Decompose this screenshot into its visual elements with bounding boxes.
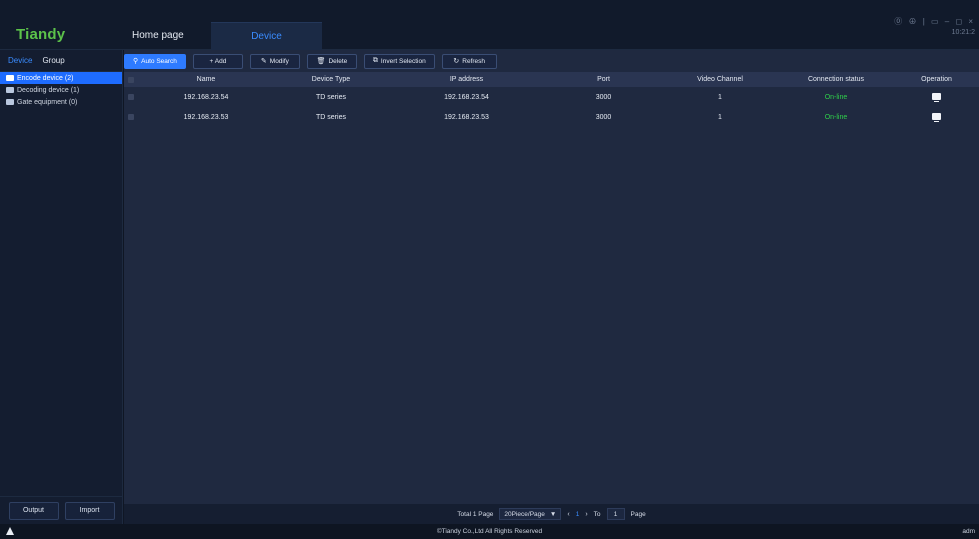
- trash-icon: 🗑: [316, 58, 326, 65]
- sidebar-item-gate-equipment[interactable]: Gate equipment (0): [0, 96, 122, 108]
- cell-port: 3000: [595, 113, 612, 121]
- cell-operation: [894, 92, 979, 102]
- cell-connection-status: On-line: [824, 113, 848, 121]
- goto-label: To: [593, 510, 601, 518]
- modify-button[interactable]: ✎ Modify: [249, 53, 300, 69]
- header-device-type: Device Type: [311, 76, 351, 83]
- refresh-button[interactable]: ↻ Refresh: [441, 53, 497, 69]
- delete-button[interactable]: 🗑 Delete: [306, 53, 357, 69]
- header-operation: Operation: [921, 76, 952, 83]
- prev-page-icon[interactable]: ‹: [567, 511, 569, 518]
- cell-video-channel: 1: [718, 113, 722, 121]
- sidebar: Device Group Encode device (2) Decoding …: [0, 50, 123, 524]
- next-page-icon[interactable]: ›: [585, 511, 587, 518]
- invert-icon: ⧉: [372, 57, 378, 64]
- header-ip-address: IP address: [449, 76, 484, 83]
- header-connection-status: Connection status: [807, 76, 865, 83]
- remote-config-icon[interactable]: [932, 92, 941, 102]
- row-checkbox[interactable]: [124, 114, 138, 120]
- app-logo: Tiandy: [16, 26, 66, 43]
- header-video-channel: Video Channel: [697, 76, 743, 83]
- header-port: Port: [597, 76, 610, 83]
- cell-operation: [894, 112, 979, 122]
- cell-name: 192.168.23.54: [183, 93, 229, 101]
- cell-device-type: TD series: [316, 93, 346, 101]
- remote-config-icon[interactable]: [932, 112, 941, 122]
- add-label: + Add: [209, 57, 227, 65]
- select-all-checkbox[interactable]: [124, 76, 138, 83]
- row-checkbox[interactable]: [124, 94, 138, 100]
- table-row[interactable]: 192.168.23.53 TD series 192.168.23.53 30…: [124, 107, 979, 127]
- invert-selection-label: Invert Selection: [380, 57, 426, 65]
- auto-search-button[interactable]: ⚲ Auto Search: [124, 53, 186, 69]
- page-size-select[interactable]: 20Piece/Page ▼: [499, 508, 562, 520]
- cell-ip-address: 192.168.23.54: [444, 93, 489, 101]
- top-bar: Tiandy Home page Device management ⓪ ⊕ |…: [0, 0, 979, 70]
- refresh-label: Refresh: [462, 57, 486, 65]
- add-button[interactable]: + Add: [192, 53, 243, 69]
- tab-device[interactable]: Device: [8, 56, 32, 65]
- header-name: Name: [196, 76, 216, 83]
- pagination: Total 1 Page 20Piece/Page ▼ ‹ 1 › To 1 P…: [124, 504, 979, 524]
- tab-group[interactable]: Group: [42, 56, 64, 65]
- cell-video-channel: 1: [718, 93, 722, 101]
- toolbar: ⚲ Auto Search + Add ✎ Modify 🗑 Delete ⧉ …: [124, 50, 979, 72]
- sidebar-tabs: Device Group: [0, 50, 122, 72]
- window-controls[interactable]: ⓪ ⊕ | ▭ – ◻ ×: [894, 16, 975, 27]
- goto-page-input[interactable]: 1: [606, 508, 625, 520]
- checkbox-box: [128, 114, 134, 120]
- table-header: Name Device Type IP address Port Video C…: [124, 72, 979, 87]
- current-page[interactable]: 1: [576, 511, 580, 518]
- page-label: Page: [630, 510, 646, 518]
- sidebar-actions: Output Import: [0, 496, 123, 524]
- tab-home-page[interactable]: Home page: [122, 22, 194, 50]
- sidebar-item-encode-device[interactable]: Encode device (2): [0, 72, 122, 84]
- current-user: adm: [962, 528, 975, 535]
- sidebar-item-label: Decoding device (1): [17, 86, 80, 94]
- total-pages: Total 1 Page: [457, 510, 494, 518]
- delete-label: Delete: [328, 57, 348, 65]
- cell-connection-status: On-line: [824, 93, 848, 101]
- import-button[interactable]: Import: [64, 501, 115, 520]
- checkbox-box: [128, 76, 134, 83]
- cell-ip-address: 192.168.23.53: [444, 113, 489, 121]
- checkbox-box: [128, 94, 134, 100]
- main-panel: ⚲ Auto Search + Add ✎ Modify 🗑 Delete ⧉ …: [124, 50, 979, 524]
- edit-icon: ✎: [260, 58, 267, 65]
- cell-device-type: TD series: [316, 113, 346, 121]
- invert-selection-button[interactable]: ⧉ Invert Selection: [363, 53, 435, 69]
- table-row[interactable]: 192.168.23.54 TD series 192.168.23.54 30…: [124, 87, 979, 107]
- sidebar-item-label: Encode device (2): [17, 74, 74, 82]
- modify-label: Modify: [269, 57, 289, 65]
- page-size-value: 20Piece/Page: [504, 510, 545, 518]
- output-button[interactable]: Output: [8, 501, 59, 520]
- sidebar-item-decoding-device[interactable]: Decoding device (1): [0, 84, 122, 96]
- device-icon: [6, 87, 14, 93]
- cell-port: 3000: [595, 93, 612, 101]
- copyright-text: ©Tiandy Co.,Ltd All Rights Reserved: [436, 528, 543, 535]
- cell-name: 192.168.23.53: [183, 113, 229, 121]
- footer: ©Tiandy Co.,Ltd All Rights Reserved adm: [0, 524, 979, 539]
- tab-device-management[interactable]: Device management: [211, 22, 322, 70]
- dropdown-arrow-icon: ▼: [549, 510, 557, 518]
- device-icon: [6, 99, 14, 105]
- search-icon: ⚲: [133, 58, 139, 65]
- device-icon: [6, 75, 14, 81]
- clock: 10:21:2: [951, 29, 975, 36]
- sidebar-item-label: Gate equipment (0): [17, 98, 78, 106]
- refresh-icon: ↻: [453, 58, 460, 65]
- auto-search-label: Auto Search: [141, 57, 177, 65]
